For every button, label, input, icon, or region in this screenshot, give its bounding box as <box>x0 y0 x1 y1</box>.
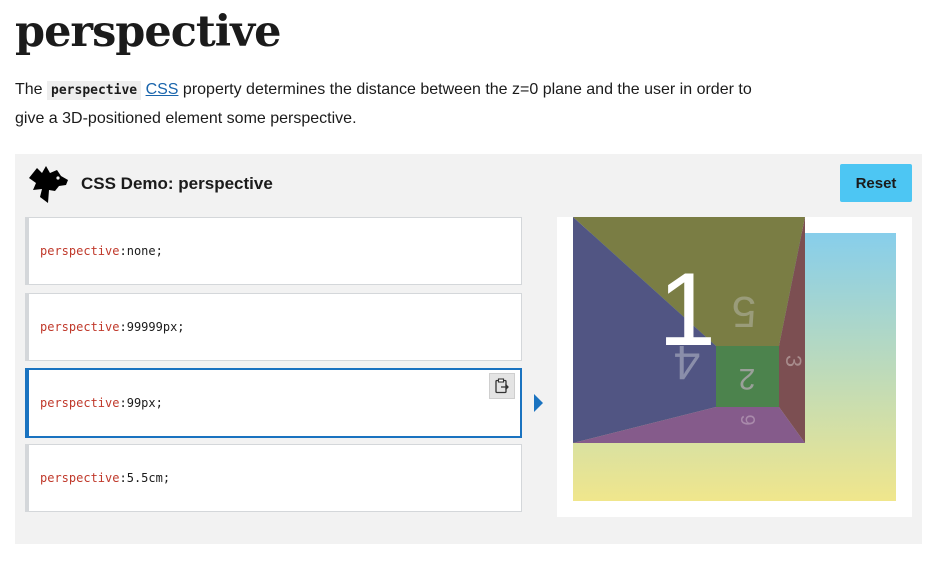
intro-text-before: The <box>15 81 48 98</box>
choice-property: perspective <box>40 244 120 258</box>
choice-value: none; <box>126 244 163 258</box>
intro-paragraph: The perspective CSS property determines … <box>15 76 775 133</box>
cube-label-front: 1 <box>658 252 716 368</box>
css-link[interactable]: CSS <box>146 81 179 98</box>
cube-illustration: 2 5 4 3 6 1 <box>573 217 896 501</box>
choice-separator: : <box>119 471 127 485</box>
demo-header: CSS Demo: perspective <box>27 164 273 204</box>
intro-code-perspective: perspective <box>47 81 142 100</box>
choice-separator: : <box>119 244 127 258</box>
demo-title: CSS Demo: perspective <box>81 174 273 193</box>
choice-separator: : <box>119 320 127 334</box>
cube-label-bottom: 6 <box>738 414 760 425</box>
cube-label-top: 5 <box>732 287 756 336</box>
choice-separator: : <box>119 396 127 410</box>
clipboard-icon <box>495 378 509 394</box>
dinosaur-logo-icon <box>29 166 68 203</box>
choice-perspective-99999px[interactable]: perspective: 99999px; <box>25 293 522 361</box>
output-panel: 2 5 4 3 6 1 <box>557 217 912 517</box>
choice-value: 99999px; <box>126 320 185 334</box>
page-title: perspective <box>15 7 281 57</box>
interactive-demo: CSS Demo: perspective Reset perspective:… <box>15 154 922 544</box>
choice-perspective-99px[interactable]: perspective: 99px; <box>25 368 522 438</box>
choice-value: 99px; <box>126 396 163 410</box>
copy-to-clipboard-button[interactable] <box>489 373 515 399</box>
choice-perspective-5-5cm[interactable]: perspective: 5.5cm; <box>25 444 522 512</box>
selection-arrow-icon <box>534 394 543 412</box>
choice-property: perspective <box>40 471 120 485</box>
reset-button[interactable]: Reset <box>840 164 912 202</box>
choice-value: 5.5cm; <box>126 471 171 485</box>
choice-property: perspective <box>40 396 120 410</box>
choice-perspective-none[interactable]: perspective: none; <box>25 217 522 285</box>
cube-label-right: 3 <box>781 355 806 367</box>
cube-label-back: 2 <box>739 362 756 395</box>
choice-property: perspective <box>40 320 120 334</box>
